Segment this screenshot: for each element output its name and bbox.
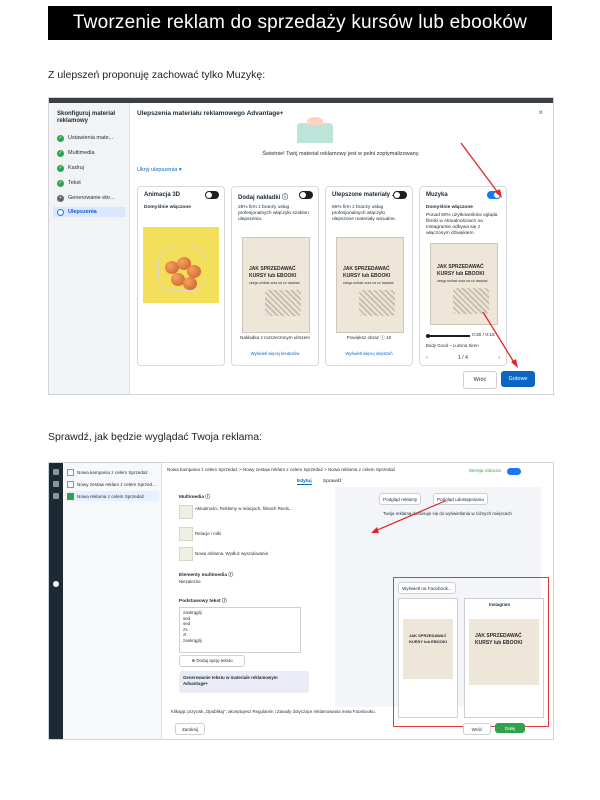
extras-value: Niezależne: [179, 579, 201, 584]
legal-text: Klikając przycisk „Opublikuj”, akceptuje…: [171, 709, 376, 714]
edit-icon[interactable]: [53, 493, 59, 499]
back-button[interactable]: Wróć: [463, 723, 491, 735]
paragraph-1: Z ulepszeń proponuję zachować tylko Muzy…: [48, 69, 266, 81]
edit-review-tabs: Edytuj Sprawdź: [297, 479, 342, 485]
highlight-box: Wyświetl na Facebook... JAK SPRZEDAWAĆ K…: [393, 577, 549, 727]
red-arrow-line: [374, 500, 446, 532]
media-item-1: Aktualności, Reklamy w relacjach, filmac…: [195, 506, 293, 511]
ad-line-2: KURSY lub EBOOKI: [409, 639, 447, 644]
tree-label: Nowa kampania z celem Sprzedaż: [77, 469, 148, 475]
red-arrows: [460, 142, 518, 368]
home-icon[interactable]: [53, 469, 59, 475]
dot-icon[interactable]: [53, 581, 59, 587]
instagram-label: Instagram: [489, 602, 510, 607]
media-item-2: Relacje i rolki: [195, 531, 222, 536]
add-text-option-button[interactable]: ⊕ Dodaj opcję tekstu: [179, 655, 245, 667]
screenshot-enhancements: Skonfiguruj materiał reklamowy ✓ Ustawien…: [48, 97, 554, 395]
preview-panel: Podgląd reklamy Podgląd udostępniania Tw…: [335, 487, 549, 727]
generation-callout: Generowanie tekstu w materiale reklamowy…: [179, 671, 309, 693]
campaign-tree: Nowa kampania z celem Sprzedaż Nowy zest…: [63, 463, 162, 739]
ad-form: Multimedia ⓘ Aktualności, Reklamy w rela…: [171, 487, 331, 707]
ad-creative: JAK SPRZEDAWAĆ KURSY lub EBOOKI: [469, 619, 539, 685]
toggle-ad-on[interactable]: [507, 468, 521, 475]
tab-review[interactable]: Sprawdź: [323, 479, 342, 484]
checkbox[interactable]: [67, 468, 74, 476]
ad-line-1: JAK SPRZEDAWAĆ: [475, 633, 522, 639]
red-arrow: [371, 500, 446, 533]
feed-preview: JAK SPRZEDAWAĆ KURSY lub EBOOKI: [398, 598, 458, 718]
media-thumb: [179, 547, 193, 561]
ad-line-2: KURSY lub EBOOKI: [475, 640, 523, 646]
primary-text-field[interactable]: zaokrąglij sed sed zs zt zaokrąglij: [179, 607, 301, 653]
ad-creative: JAK SPRZEDAWAĆ KURSY lub EBOOKI: [403, 619, 453, 679]
extras-label: Elementy multimedia ⓘ: [179, 573, 234, 578]
media-thumb: [179, 527, 193, 541]
tab-edit[interactable]: Edytuj: [297, 479, 312, 485]
paragraph-2: Sprawdź, jak będzie wyglądać Twoja rekla…: [48, 431, 262, 443]
checkbox[interactable]: [67, 492, 74, 500]
media-thumb: [179, 505, 193, 519]
draft-status: Wersja robocza: [469, 468, 501, 473]
red-arrow-to-done: [482, 311, 516, 365]
primary-text-value: zaokrąglij sed sed zs zt zaokrąglij: [183, 610, 202, 643]
grid-icon[interactable]: [53, 481, 59, 487]
red-arrow-to-toggle: [460, 142, 500, 195]
instagram-preview: Instagram JAK SPRZEDAWAĆ KURSY lub EBOOK…: [464, 598, 544, 718]
media-label: Multimedia ⓘ: [179, 495, 211, 500]
tree-label: Nowa reklama z celem Sprzedaż: [77, 493, 145, 499]
tree-row-ad[interactable]: Nowa reklama z celem Sprzedaż: [67, 491, 159, 501]
tree-row-campaign[interactable]: Nowa kampania z celem Sprzedaż: [67, 467, 159, 477]
arrowhead: [371, 527, 379, 533]
callout-text: Generowanie tekstu w materiale reklamowy…: [183, 675, 278, 686]
screenshot-ad-preview: Nowa kampania z celem Sprzedaż Nowy zest…: [48, 462, 554, 740]
page-title: Tworzenie reklam do sprzedaży kursów lub…: [72, 12, 528, 33]
checkbox[interactable]: [67, 480, 74, 488]
header-band: Tworzenie reklam do sprzedaży kursów lub…: [48, 6, 552, 40]
media-item-3: Nowa reklama. Wydłuż wyszukiwania: [195, 551, 268, 556]
next-button[interactable]: Dalej: [495, 723, 525, 733]
close-button[interactable]: Zamknij: [175, 723, 205, 735]
left-rail: [49, 463, 63, 739]
tree-label: Nowy zestaw reklam z celem Sprzed...: [77, 481, 156, 487]
tree-row-adset[interactable]: Nowy zestaw reklam z celem Sprzed...: [67, 479, 159, 489]
text-label: Podstawowy tekst ⓘ: [179, 599, 227, 604]
